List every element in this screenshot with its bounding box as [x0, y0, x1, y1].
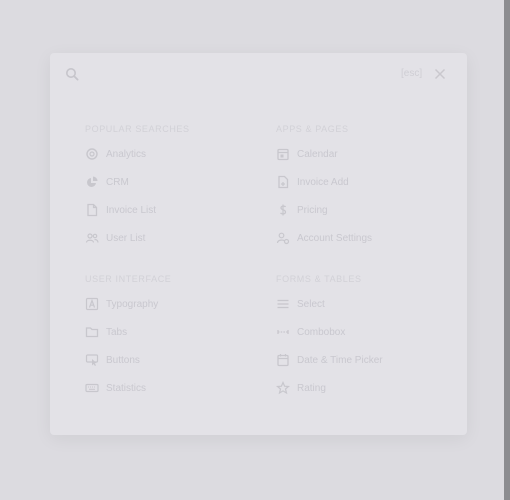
folder-icon [85, 325, 99, 339]
suggestion-account-settings[interactable]: Account Settings [276, 229, 372, 247]
combobox-icon [276, 325, 290, 339]
suggestion-select[interactable]: Select [276, 295, 325, 313]
suggestion-label: Select [297, 298, 325, 310]
close-icon[interactable] [434, 68, 446, 80]
suggestion-label: Statistics [106, 382, 147, 394]
suggestion-label: Invoice List [106, 204, 157, 216]
file-icon [85, 203, 99, 217]
calendar-icon [276, 147, 290, 161]
suggestion-label: Typography [106, 298, 159, 310]
suggestion-invoice-list[interactable]: Invoice List [85, 201, 156, 219]
suggestion-label: Date & Time Picker [297, 354, 383, 366]
suggestion-label: Pricing [297, 204, 328, 216]
suggestion-tabs[interactable]: Tabs [85, 323, 127, 341]
suggestion-label: Calendar [297, 148, 338, 160]
search-dialog: [esc] Popular Searches Analytics CRM Inv… [50, 53, 467, 435]
section-title-apps-pages: Apps & Pages [276, 124, 349, 134]
dollar-icon [276, 203, 290, 217]
suggestion-statistics[interactable]: Statistics [85, 379, 146, 397]
suggestion-analytics[interactable]: Analytics [85, 145, 146, 163]
search-bar[interactable]: [esc] [50, 53, 467, 95]
section-title-user-interface: User Interface [85, 274, 172, 284]
suggestion-label: Account Settings [297, 232, 373, 244]
keyboard-icon [85, 381, 99, 395]
suggestion-label: Combobox [297, 326, 346, 338]
suggestion-calendar[interactable]: Calendar [276, 145, 338, 163]
suggestion-date-time-picker[interactable]: Date & Time Picker [276, 351, 383, 369]
search-icon [65, 67, 79, 81]
donut-chart-icon [85, 147, 99, 161]
section-title-forms-tables: Forms & Tables [276, 274, 362, 284]
section-title-popular-searches: Popular Searches [85, 124, 190, 134]
star-icon [276, 381, 290, 395]
suggestion-label: CRM [106, 176, 129, 188]
window-edge [504, 0, 510, 500]
chart-pie-icon [85, 175, 99, 189]
suggestion-label: Rating [297, 382, 326, 394]
suggestion-pricing[interactable]: Pricing [276, 201, 328, 219]
suggestion-rating[interactable]: Rating [276, 379, 326, 397]
suggestion-invoice-add[interactable]: Invoice Add [276, 173, 349, 191]
user-settings-icon [276, 231, 290, 245]
suggestion-typography[interactable]: Typography [85, 295, 158, 313]
suggestion-label: Invoice Add [297, 176, 349, 188]
suggestion-crm[interactable]: CRM [85, 173, 129, 191]
file-plus-icon [276, 175, 290, 189]
suggestion-label: User List [106, 232, 146, 244]
suggestion-label: Buttons [106, 354, 140, 366]
users-icon [85, 231, 99, 245]
suggestion-combobox[interactable]: Combobox [276, 323, 345, 341]
suggestion-user-list[interactable]: User List [85, 229, 145, 247]
esc-hint: [esc] [401, 68, 423, 79]
button-cursor-icon [85, 353, 99, 367]
letter-a-icon [85, 297, 99, 311]
suggestion-buttons[interactable]: Buttons [85, 351, 140, 369]
calendar-icon [276, 353, 290, 367]
suggestion-label: Analytics [106, 148, 147, 160]
suggestion-label: Tabs [106, 326, 128, 338]
list-icon [276, 297, 290, 311]
